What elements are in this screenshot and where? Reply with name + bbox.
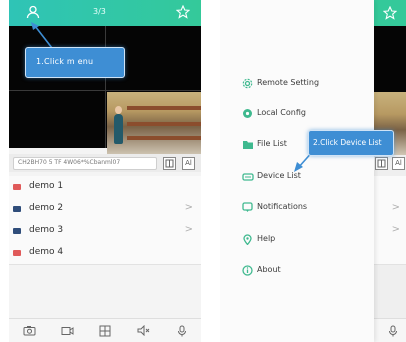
gear-icon (242, 78, 253, 89)
instruction-callout: 2.Click Device List (308, 130, 394, 156)
arrow-pointer (31, 22, 53, 49)
menu-item-help[interactable]: Help (220, 229, 374, 251)
menu-item-about[interactable]: About (220, 260, 374, 282)
split-view-button (375, 157, 388, 170)
camera-icon (13, 250, 21, 256)
user-menu-icon[interactable] (26, 5, 40, 19)
device-name: demo 3 (29, 225, 64, 235)
top-bar (374, 0, 406, 26)
all-button: Al (392, 157, 405, 170)
menu-item-label: Local Config (257, 108, 306, 117)
bottom-toolbar (9, 318, 201, 342)
menu-item-local-config[interactable]: Local Config (220, 103, 374, 125)
camera-feed[interactable] (107, 92, 201, 155)
right-phone-screen: Al > > Remote Setting Local Config File … (220, 0, 406, 342)
background-screen-strip: Al > > (374, 0, 406, 342)
device-row-2[interactable]: demo 2 > (9, 198, 201, 221)
speaker-icon[interactable] (137, 325, 150, 336)
device-icon (242, 173, 254, 181)
chevron-right-icon: > (184, 224, 193, 235)
settings-circle-icon (243, 109, 252, 118)
menu-item-notifications[interactable]: Notifications (220, 197, 374, 219)
device-name: demo 1 (29, 181, 64, 191)
record-icon[interactable] (61, 325, 74, 336)
device-name: demo 2 (29, 203, 64, 213)
person (114, 114, 123, 144)
device-row: > (374, 198, 406, 221)
info-icon (242, 265, 253, 276)
device-row (374, 176, 406, 199)
message-icon (242, 202, 253, 212)
uid-text: CH2BH70 5 TF 4W06*%Cbanml07 (18, 159, 121, 166)
grid-divider (9, 90, 201, 91)
page-indicator: 3/3 (93, 7, 106, 16)
camera-icon (13, 228, 21, 234)
microphone-icon (389, 325, 397, 337)
bottom-toolbar (374, 318, 406, 342)
all-button[interactable]: Al (182, 157, 195, 170)
star-icon (383, 6, 397, 20)
folder-icon (243, 141, 253, 149)
device-row: > (374, 220, 406, 243)
menu-item-label: Remote Setting (257, 78, 320, 87)
callout-text: 1.Click m enu (36, 57, 94, 66)
person-head (115, 106, 122, 114)
split-icon (377, 159, 386, 168)
device-row-4[interactable]: demo 4 (9, 242, 201, 265)
device-row (374, 242, 406, 265)
menu-item-label: About (257, 265, 281, 274)
device-row-1[interactable]: demo 1 (9, 176, 201, 199)
split-icon (165, 159, 174, 168)
shelf (127, 122, 201, 126)
camera-icon (13, 184, 21, 190)
grid-layout-icon[interactable] (99, 325, 111, 337)
instruction-callout: 1.Click m enu (25, 47, 125, 78)
menu-item-label: Notifications (257, 202, 308, 211)
grid-divider (105, 26, 106, 148)
device-row-3[interactable]: demo 3 > (9, 220, 201, 243)
callout-text: 2.Click Device List (313, 138, 382, 147)
menu-item-remote-setting[interactable]: Remote Setting (220, 73, 374, 95)
menu-item-label: Help (257, 234, 276, 243)
split-view-button[interactable] (163, 157, 176, 170)
uid-bar: CH2BH70 5 TF 4W06*%Cbanml07 Al (9, 154, 201, 172)
microphone-icon[interactable] (177, 325, 187, 337)
chevron-right-icon: > (391, 202, 400, 213)
chevron-right-icon: > (391, 224, 400, 235)
snapshot-icon[interactable] (23, 325, 36, 336)
shelf (127, 136, 201, 140)
menu-item-label: File List (257, 139, 287, 148)
star-icon[interactable] (176, 5, 190, 19)
location-pin-icon (243, 234, 252, 245)
left-phone-screen: 3/3 1.Click m enu CH2BH70 5 TF 4W06*%Cba… (9, 0, 201, 342)
device-name: demo 4 (29, 247, 64, 257)
camera-icon (13, 206, 21, 212)
shelf (127, 106, 201, 110)
chevron-right-icon: > (184, 202, 193, 213)
uid-field[interactable]: CH2BH70 5 TF 4W06*%Cbanml07 (13, 157, 157, 170)
